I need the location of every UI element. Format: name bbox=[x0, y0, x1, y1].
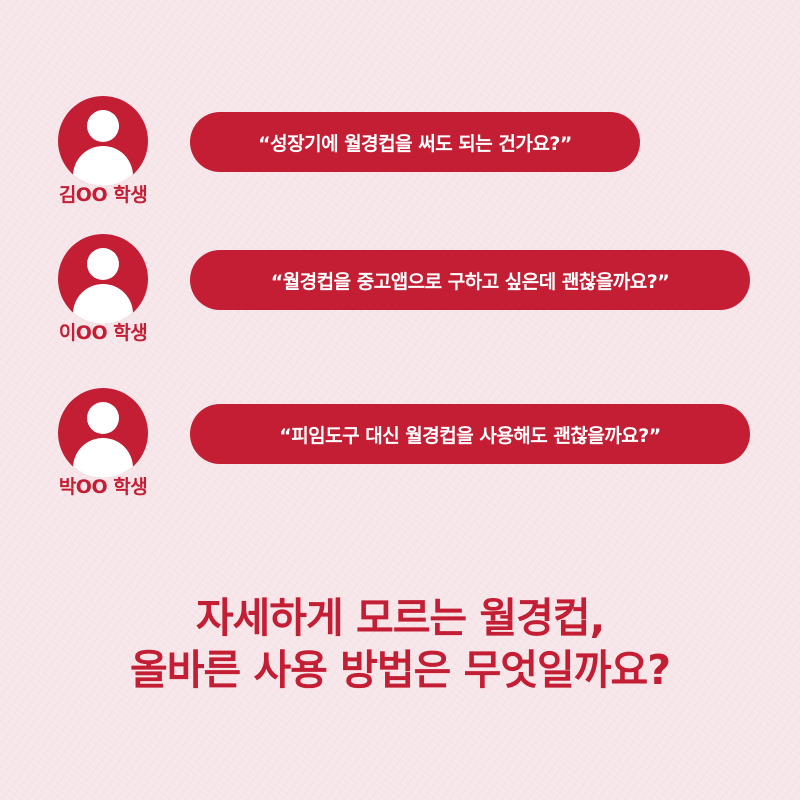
question-row: 김OO 학생 “성장기에 월경컵을 써도 되는 건가요?” bbox=[0, 96, 800, 226]
student-name: 이OO 학생 bbox=[58, 322, 148, 344]
user-icon bbox=[58, 96, 148, 186]
student-name: 박OO 학생 bbox=[58, 476, 148, 498]
question-text: “성장기에 월경컵을 써도 되는 건가요?” bbox=[258, 132, 572, 155]
user-icon-head bbox=[87, 402, 119, 434]
user-icon-head bbox=[87, 110, 119, 142]
question-row: 박OO 학생 “피임도구 대신 월경컵을 사용해도 괜찮을까요?” bbox=[0, 388, 800, 518]
question-bubble: “성장기에 월경컵을 써도 되는 건가요?” bbox=[190, 112, 640, 172]
question-row: 이OO 학생 “월경컵을 중고앱으로 구하고 싶은데 괜찮을까요?” bbox=[0, 234, 800, 364]
question-text: “피임도구 대신 월경컵을 사용해도 괜찮을까요?” bbox=[279, 424, 661, 447]
user-icon bbox=[58, 388, 148, 478]
user-icon-head bbox=[87, 248, 119, 280]
question-bubble: “피임도구 대신 월경컵을 사용해도 괜찮을까요?” bbox=[190, 404, 750, 464]
headline-line-1: 자세하게 모르는 월경컵, bbox=[195, 594, 605, 642]
headline: 자세하게 모르는 월경컵, 올바른 사용 방법은 무엇일까요? bbox=[0, 592, 800, 696]
question-bubble: “월경컵을 중고앱으로 구하고 싶은데 괜찮을까요?” bbox=[190, 250, 750, 310]
headline-line-2: 올바른 사용 방법은 무엇일까요? bbox=[130, 646, 671, 694]
question-text: “월경컵을 중고앱으로 구하고 싶은데 괜찮을까요?” bbox=[270, 270, 670, 293]
user-icon bbox=[58, 234, 148, 324]
student-name: 김OO 학생 bbox=[58, 184, 148, 206]
